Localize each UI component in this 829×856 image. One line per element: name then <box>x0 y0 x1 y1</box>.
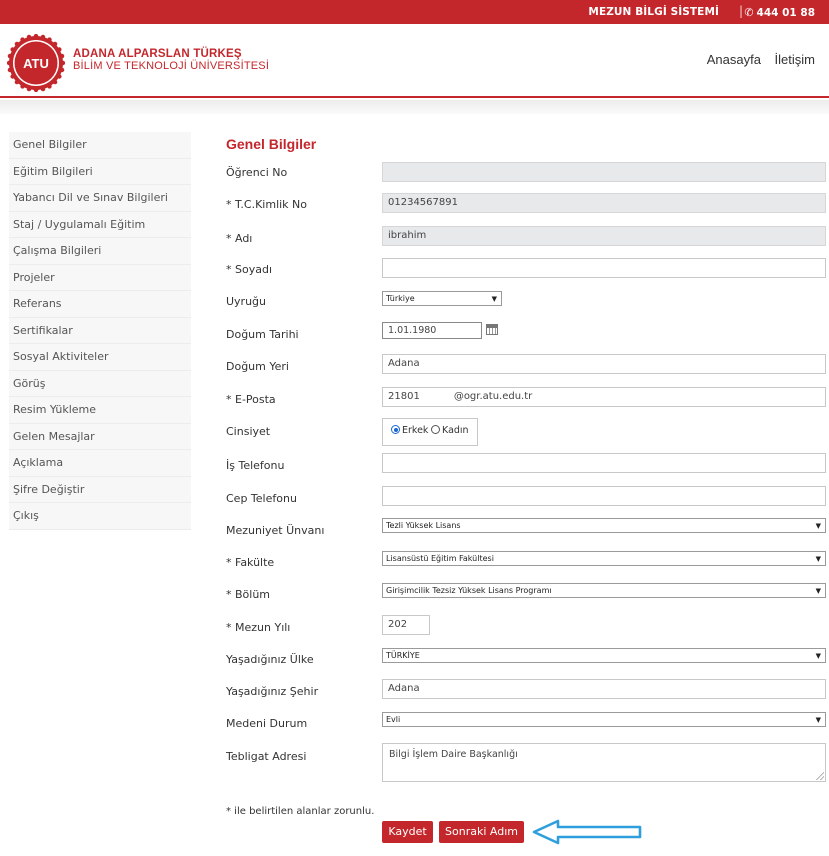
phone-number[interactable]: ✆ 444 01 88 <box>744 6 815 19</box>
top-bar: MEZUN BİLGİ SİSTEMİ | ✆ 444 01 88 <box>0 0 829 24</box>
university-name-line2: BİLİM VE TEKNOLOJİ ÜNİVERSİTESİ <box>73 60 270 72</box>
bolum-selected: Girişimcilik Tezsiz Yüksek Lisans Progra… <box>386 586 552 595</box>
label-dogum-tarihi: Doğum Tarihi <box>226 328 299 341</box>
label-uyrugu: Uyruğu <box>226 295 267 308</box>
label-ulke: Yaşadığınız Ülke <box>226 653 314 666</box>
radio-checked-icon <box>391 425 400 434</box>
nav-home[interactable]: Anasayfa <box>707 52 761 67</box>
tebligat-adresi-textarea[interactable]: Bilgi İşlem Daire Başkanlığı <box>382 743 826 782</box>
dogum-tarihi-field[interactable]: 1.01.1980 <box>382 322 482 339</box>
site-header: ATU ADANA ALPARSLAN TÜRKEŞ BİLİM VE TEKN… <box>0 24 829 98</box>
label-ogrenci-no: Öğrenci No <box>226 166 288 179</box>
ogrenci-no-field[interactable] <box>382 162 826 182</box>
header-shadow <box>0 100 829 114</box>
pointer-arrow-icon <box>532 819 642 845</box>
label-tc-kimlik: * T.C.Kimlik No <box>226 198 308 211</box>
label-bolum: * Bölüm <box>226 588 271 601</box>
sidebar-item-genel-bilgiler[interactable]: Genel Bilgiler <box>9 132 191 159</box>
mezuniyet-unvani-selected: Tezli Yüksek Lisans <box>386 521 461 530</box>
sidebar-item-cikis[interactable]: Çıkış <box>9 503 191 530</box>
fakulte-select[interactable]: Lisansüstü Eğitim Fakültesi ▼ <box>382 551 826 566</box>
system-name: MEZUN BİLGİ SİSTEMİ <box>588 6 719 18</box>
gender-option-erkek[interactable]: Erkek <box>391 425 428 436</box>
eposta-user: 21801 <box>388 391 420 402</box>
label-cinsiyet: Cinsiyet <box>226 425 271 438</box>
label-adi: * Adı <box>226 232 253 245</box>
gender-erkek-label: Erkek <box>402 425 429 436</box>
sidebar-item-gelen-mesajlar[interactable]: Gelen Mesajlar <box>9 424 191 450</box>
sidebar-item-projeler[interactable]: Projeler <box>9 265 191 291</box>
chevron-down-icon: ▼ <box>815 587 821 595</box>
sidebar-item-referans[interactable]: Referans <box>9 291 191 318</box>
label-fakulte: * Fakülte <box>226 556 275 569</box>
gender-option-kadin[interactable]: Kadın <box>431 425 469 436</box>
tebligat-adresi-text: Bilgi İşlem Daire Başkanlığı <box>389 749 518 760</box>
label-tebligat-adresi: Tebligat Adresi <box>226 750 307 763</box>
sidebar-item-aciklama[interactable]: Açıklama <box>9 450 191 477</box>
is-telefonu-field[interactable] <box>382 453 826 473</box>
save-button[interactable]: Kaydet <box>382 821 433 843</box>
eposta-field[interactable]: 21801 @ogr.atu.edu.tr <box>382 387 826 407</box>
topbar-separator: | <box>738 4 743 18</box>
resize-handle-icon[interactable] <box>816 772 824 780</box>
mezun-yili-field[interactable]: 202 <box>382 615 430 635</box>
soyadi-field[interactable] <box>382 258 826 278</box>
sidebar-item-yabanci-dil[interactable]: Yabancı Dil ve Sınav Bilgileri <box>9 185 191 212</box>
university-name-line1: ADANA ALPARSLAN TÜRKEŞ <box>73 48 242 60</box>
ulke-select[interactable]: TÜRKİYE ▼ <box>382 648 826 663</box>
chevron-down-icon: ▼ <box>815 522 821 530</box>
required-note: * ile belirtilen alanlar zorunlu. <box>226 806 375 817</box>
uyrugu-select[interactable]: Türkiye ▼ <box>382 291 502 306</box>
logo-abbr: ATU <box>23 56 49 71</box>
next-step-button[interactable]: Sonraki Adım <box>439 821 524 843</box>
chevron-down-icon: ▼ <box>815 716 821 724</box>
page-title: Genel Bilgiler <box>226 136 317 152</box>
chevron-down-icon: ▼ <box>815 652 821 660</box>
radio-unchecked-icon <box>431 425 440 434</box>
calendar-icon[interactable] <box>486 324 498 335</box>
fakulte-selected: Lisansüstü Eğitim Fakültesi <box>386 554 494 563</box>
phone-text: 444 01 88 <box>756 7 815 19</box>
medeni-durum-selected: Evli <box>386 715 401 724</box>
gender-radio-group: Erkek Kadın <box>382 418 478 446</box>
ulke-selected: TÜRKİYE <box>386 651 420 660</box>
eposta-domain: @ogr.atu.edu.tr <box>453 391 533 402</box>
cep-telefonu-field[interactable] <box>382 486 826 506</box>
uyrugu-selected: Türkiye <box>386 294 415 303</box>
nav-contact[interactable]: İletişim <box>775 52 815 67</box>
sidebar-item-resim-yukleme[interactable]: Resim Yükleme <box>9 397 191 424</box>
adi-field[interactable]: ibrahim <box>382 226 826 246</box>
label-eposta: * E-Posta <box>226 393 276 406</box>
sidebar-menu: Genel Bilgiler Eğitim Bilgileri Yabancı … <box>9 132 191 530</box>
chevron-down-icon: ▼ <box>491 295 497 303</box>
sidebar-item-staj[interactable]: Staj / Uygulamalı Eğitim <box>9 212 191 238</box>
chevron-down-icon: ▼ <box>815 555 821 563</box>
sidebar-item-sifre-degistir[interactable]: Şifre Değiştir <box>9 477 191 503</box>
label-cep-telefonu: Cep Telefonu <box>226 492 297 505</box>
mezuniyet-unvani-select[interactable]: Tezli Yüksek Lisans ▼ <box>382 518 826 533</box>
label-mezuniyet-unvani: Mezuniyet Ünvanı <box>226 524 325 537</box>
label-is-telefonu: İş Telefonu <box>226 459 285 472</box>
sidebar-item-egitim-bilgileri[interactable]: Eğitim Bilgileri <box>9 159 191 185</box>
university-name[interactable]: ADANA ALPARSLAN TÜRKEŞ BİLİM VE TEKNOLOJ… <box>73 48 269 72</box>
sidebar-item-calisma-bilgileri[interactable]: Çalışma Bilgileri <box>9 238 191 265</box>
sehir-field[interactable]: Adana <box>382 679 826 699</box>
label-mezun-yili: * Mezun Yılı <box>226 621 291 634</box>
label-medeni-durum: Medeni Durum <box>226 717 308 730</box>
tc-kimlik-field[interactable]: 01234567891 <box>382 193 826 213</box>
sidebar-item-gorus[interactable]: Görüş <box>9 371 191 397</box>
label-sehir: Yaşadığınız Şehir <box>226 685 319 698</box>
bolum-select[interactable]: Girişimcilik Tezsiz Yüksek Lisans Progra… <box>382 583 826 598</box>
label-dogum-yeri: Doğum Yeri <box>226 360 289 373</box>
sidebar-item-sosyal-aktiviteler[interactable]: Sosyal Aktiviteler <box>9 344 191 371</box>
university-seal-icon[interactable]: ATU <box>7 34 65 92</box>
dogum-yeri-field[interactable]: Adana <box>382 354 826 374</box>
sidebar-item-sertifikalar[interactable]: Sertifikalar <box>9 318 191 344</box>
gender-kadin-label: Kadın <box>442 425 469 436</box>
main-nav: Anasayfa İletişim <box>697 52 815 67</box>
phone-icon: ✆ <box>744 6 754 19</box>
medeni-durum-select[interactable]: Evli ▼ <box>382 712 826 727</box>
label-soyadi: * Soyadı <box>226 263 272 276</box>
